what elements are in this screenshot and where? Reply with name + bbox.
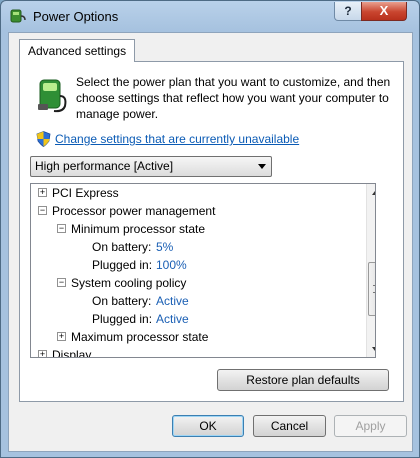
dialog-body: Advanced settings Select the power plan …	[8, 32, 413, 452]
expand-icon[interactable]: +	[57, 332, 66, 341]
uac-shield-icon	[36, 131, 51, 147]
scrollbar-thumb[interactable]	[368, 262, 375, 316]
collapse-icon[interactable]: −	[57, 278, 66, 287]
collapse-icon[interactable]: −	[57, 224, 66, 233]
chevron-down-icon	[258, 164, 266, 169]
restore-plan-defaults-button[interactable]: Restore plan defaults	[217, 369, 389, 391]
tree-item-label: PCI Express	[52, 186, 119, 200]
tree-item-label: Maximum processor state	[71, 330, 209, 344]
settings-tree[interactable]: + PCI Express − Processor power manageme…	[30, 183, 376, 358]
advanced-settings-panel: Select the power plan that you want to c…	[19, 61, 404, 402]
setting-value[interactable]: 5%	[156, 238, 173, 256]
scroll-down-arrow-icon[interactable]	[367, 340, 375, 357]
tree-item-label: Processor power management	[52, 204, 216, 218]
ok-button[interactable]: OK	[172, 415, 244, 437]
tree-item-label: Display	[52, 348, 92, 358]
apply-button[interactable]: Apply	[334, 415, 407, 437]
expand-icon[interactable]: +	[38, 350, 47, 357]
close-button[interactable]: X	[361, 2, 407, 21]
intro-text: Select the power plan that you want to c…	[76, 75, 391, 121]
window-title: Power Options	[33, 9, 119, 24]
collapse-icon[interactable]: −	[38, 206, 47, 215]
power-options-window: Power Options ? X Advanced settings Sele…	[0, 0, 420, 458]
setting-label: On battery:	[92, 294, 152, 308]
change-unavailable-settings-link[interactable]: Change settings that are currently unava…	[55, 132, 299, 146]
tree-item-label: System cooling policy	[71, 276, 187, 290]
tree-scrollbar[interactable]	[366, 184, 375, 357]
tree-item-label: Minimum processor state	[71, 222, 206, 236]
power-plan-selected-value: High performance [Active]	[35, 159, 174, 173]
setting-value[interactable]: Active	[156, 310, 189, 328]
title-bar[interactable]: Power Options ? X	[1, 1, 419, 33]
power-options-app-icon	[10, 9, 26, 23]
expand-icon[interactable]: +	[38, 188, 47, 197]
power-plan-dropdown[interactable]: High performance [Active]	[30, 156, 272, 177]
help-button[interactable]: ?	[334, 2, 362, 21]
setting-value[interactable]: 100%	[156, 256, 187, 274]
scroll-up-arrow-icon[interactable]	[367, 184, 375, 201]
setting-value[interactable]: Active	[156, 292, 189, 310]
tab-advanced-settings[interactable]: Advanced settings	[19, 39, 136, 62]
setting-label: Plugged in:	[92, 258, 153, 272]
cancel-button[interactable]: Cancel	[253, 415, 326, 437]
setting-label: Plugged in:	[92, 312, 153, 326]
power-plan-battery-icon	[38, 79, 67, 113]
setting-label: On battery:	[92, 240, 152, 254]
